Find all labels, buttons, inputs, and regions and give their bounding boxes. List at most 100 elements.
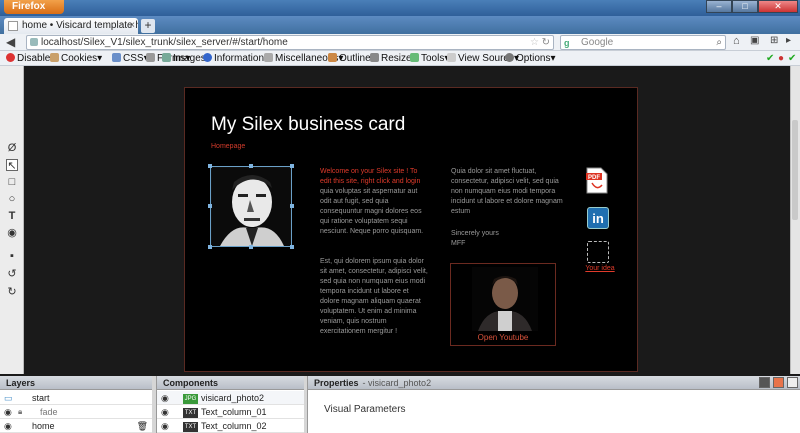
firefox-menu-button[interactable]: Firefox: [4, 0, 64, 14]
devtool-outline[interactable]: Outline▾: [328, 52, 376, 65]
visibility-eye-icon[interactable]: ◉: [161, 405, 169, 419]
signature-text: Sincerely yours MFF: [451, 230, 499, 247]
layer-row-start[interactable]: ▭ start: [0, 391, 152, 405]
pdf-icon[interactable]: PDF: [586, 167, 608, 194]
properties-buttons: [759, 377, 798, 388]
rectangle-tool-icon[interactable]: □: [6, 176, 18, 188]
address-bar[interactable]: localhost/Silex_V1/silex_trunk/silex_ser…: [26, 35, 554, 50]
homepage-link[interactable]: Homepage: [211, 143, 245, 150]
css-icon: [112, 53, 121, 62]
visibility-eye-icon[interactable]: ◉: [4, 419, 12, 433]
silex-tool-strip: Ø ↖ □ ○ T ◉ ▪ ↺ ↻: [0, 66, 24, 374]
lock-icon[interactable]: 🔒︎: [18, 405, 22, 419]
addon-icon[interactable]: ⊞: [770, 35, 778, 46]
select-tool-icon[interactable]: ↖: [6, 159, 18, 172]
component-row[interactable]: ◉ TXT Text_column_01: [157, 405, 304, 419]
error-icon[interactable]: ●: [778, 52, 784, 65]
search-placeholder: Google: [581, 37, 614, 48]
layers-header: Layers: [0, 376, 152, 390]
tab-home[interactable]: home • Visicard template html t... ×: [4, 18, 138, 34]
ellipse-tool-icon[interactable]: ○: [6, 193, 18, 205]
target-tool-icon[interactable]: ◉: [6, 227, 18, 239]
devtool-information[interactable]: Information▾: [203, 52, 269, 65]
layer-label: home: [32, 421, 55, 431]
txt-type-icon: TXT: [183, 422, 198, 432]
favorite-button[interactable]: [773, 377, 784, 388]
components-panel: Components ◉ JPG visicard_photo2 ◉ TXT Tex…: [156, 376, 304, 433]
resize-handle-br[interactable]: [290, 245, 294, 249]
layer-row-fade[interactable]: ◉ 🔒︎ fade: [0, 405, 152, 419]
bookmark-star-icon[interactable]: ☆: [530, 36, 539, 49]
undo-icon[interactable]: ↺: [6, 268, 18, 280]
visibility-eye-icon[interactable]: ◉: [4, 405, 12, 419]
web-developer-toolbar: Disable▾ Cookies▾ CSS▾ Forms▾ Images▾ In…: [0, 51, 800, 66]
text-tool-icon[interactable]: T: [6, 210, 18, 222]
tab-title: home • Visicard template html t...: [22, 20, 138, 31]
resize-handle-right[interactable]: [290, 204, 294, 208]
text-column-02[interactable]: Quia dolor sit amet fluctuat, consectetu…: [451, 167, 563, 217]
cookie-icon: [50, 53, 59, 62]
save-icon[interactable]: ▪: [6, 250, 18, 262]
delete-icon[interactable]: 🗑︎: [137, 419, 148, 433]
component-row[interactable]: ◉ TXT Text_column_02: [157, 419, 304, 433]
visibility-eye-icon[interactable]: ◉: [161, 391, 169, 405]
reload-icon[interactable]: ↻: [542, 36, 550, 49]
addon-arrow-icon[interactable]: ▸: [786, 35, 791, 46]
valid-check-icon[interactable]: ✔: [766, 52, 774, 65]
view-source-icon: [447, 53, 456, 62]
layer-row-home[interactable]: ◉ home 🗑︎: [0, 419, 152, 433]
resize-handle-top[interactable]: [249, 164, 253, 168]
layer-label: fade: [40, 407, 58, 417]
new-tab-button[interactable]: +: [141, 19, 155, 33]
component-label: Text_column_02: [201, 421, 267, 431]
properties-subtitle: - visicard_photo2: [362, 378, 432, 388]
tab-close-icon[interactable]: ×: [129, 18, 135, 33]
site-identity-icon[interactable]: [30, 38, 38, 46]
search-icon[interactable]: ⌕: [716, 36, 722, 49]
vertical-scrollbar[interactable]: [790, 66, 800, 374]
resize-handle-left[interactable]: [208, 204, 212, 208]
portrait-photo[interactable]: [212, 168, 290, 246]
maximize-button[interactable]: □: [732, 0, 758, 13]
your-idea-link[interactable]: Your idea: [580, 265, 620, 272]
video-thumbnail[interactable]: [472, 267, 538, 331]
jpg-type-icon: JPG: [183, 394, 198, 404]
info-icon: [203, 53, 212, 62]
open-youtube-link[interactable]: Open Youtube: [450, 333, 556, 342]
minimize-button[interactable]: –: [706, 0, 732, 13]
valid-check-icon-2[interactable]: ✔: [788, 52, 796, 65]
search-engine-icon[interactable]: g: [564, 37, 570, 50]
resize-handle-bottom[interactable]: [249, 245, 253, 249]
component-row[interactable]: ◉ JPG visicard_photo2: [157, 391, 304, 405]
resize-handle-tr[interactable]: [290, 164, 294, 168]
toolbar-menu-icon[interactable]: ▣: [750, 35, 759, 46]
tab-strip: home • Visicard template html t... × +: [0, 16, 800, 34]
visual-parameters-section[interactable]: Visual Parameters: [324, 404, 406, 415]
close-window-button[interactable]: ✕: [758, 0, 798, 13]
scrollbar-thumb[interactable]: [792, 120, 798, 220]
visibility-eye-icon[interactable]: ◉: [161, 419, 169, 433]
window-titlebar: Firefox – □ ✕: [0, 0, 800, 16]
resize-handle-bl[interactable]: [208, 245, 212, 249]
devtool-css[interactable]: CSS▾: [112, 52, 149, 65]
options-icon: [505, 53, 514, 62]
text-column-01[interactable]: Welcome on your Silex site ! To edit thi…: [320, 167, 430, 237]
tools-icon: [410, 53, 419, 62]
resize-handle-tl[interactable]: [208, 164, 212, 168]
home-icon[interactable]: ⌂: [733, 35, 740, 47]
placeholder-idea-icon[interactable]: [587, 241, 609, 263]
linkedin-icon[interactable]: in: [587, 207, 609, 229]
devtool-tools[interactable]: Tools▾: [410, 52, 449, 65]
list-view-button[interactable]: [787, 377, 798, 388]
redo-icon[interactable]: ↻: [6, 286, 18, 298]
devtool-disable[interactable]: Disable▾: [6, 52, 55, 65]
properties-title: Properties: [314, 378, 359, 388]
no-selection-icon[interactable]: Ø: [6, 142, 18, 154]
devtool-cookies[interactable]: Cookies▾: [50, 52, 102, 65]
back-arrow-icon[interactable]: ◀: [6, 35, 15, 49]
devtool-options[interactable]: Options▾: [505, 52, 556, 65]
misc-icon: [264, 53, 273, 62]
search-input[interactable]: g Google ⌕: [560, 35, 726, 50]
layer-label: start: [32, 393, 50, 403]
lock-button[interactable]: [759, 377, 770, 388]
